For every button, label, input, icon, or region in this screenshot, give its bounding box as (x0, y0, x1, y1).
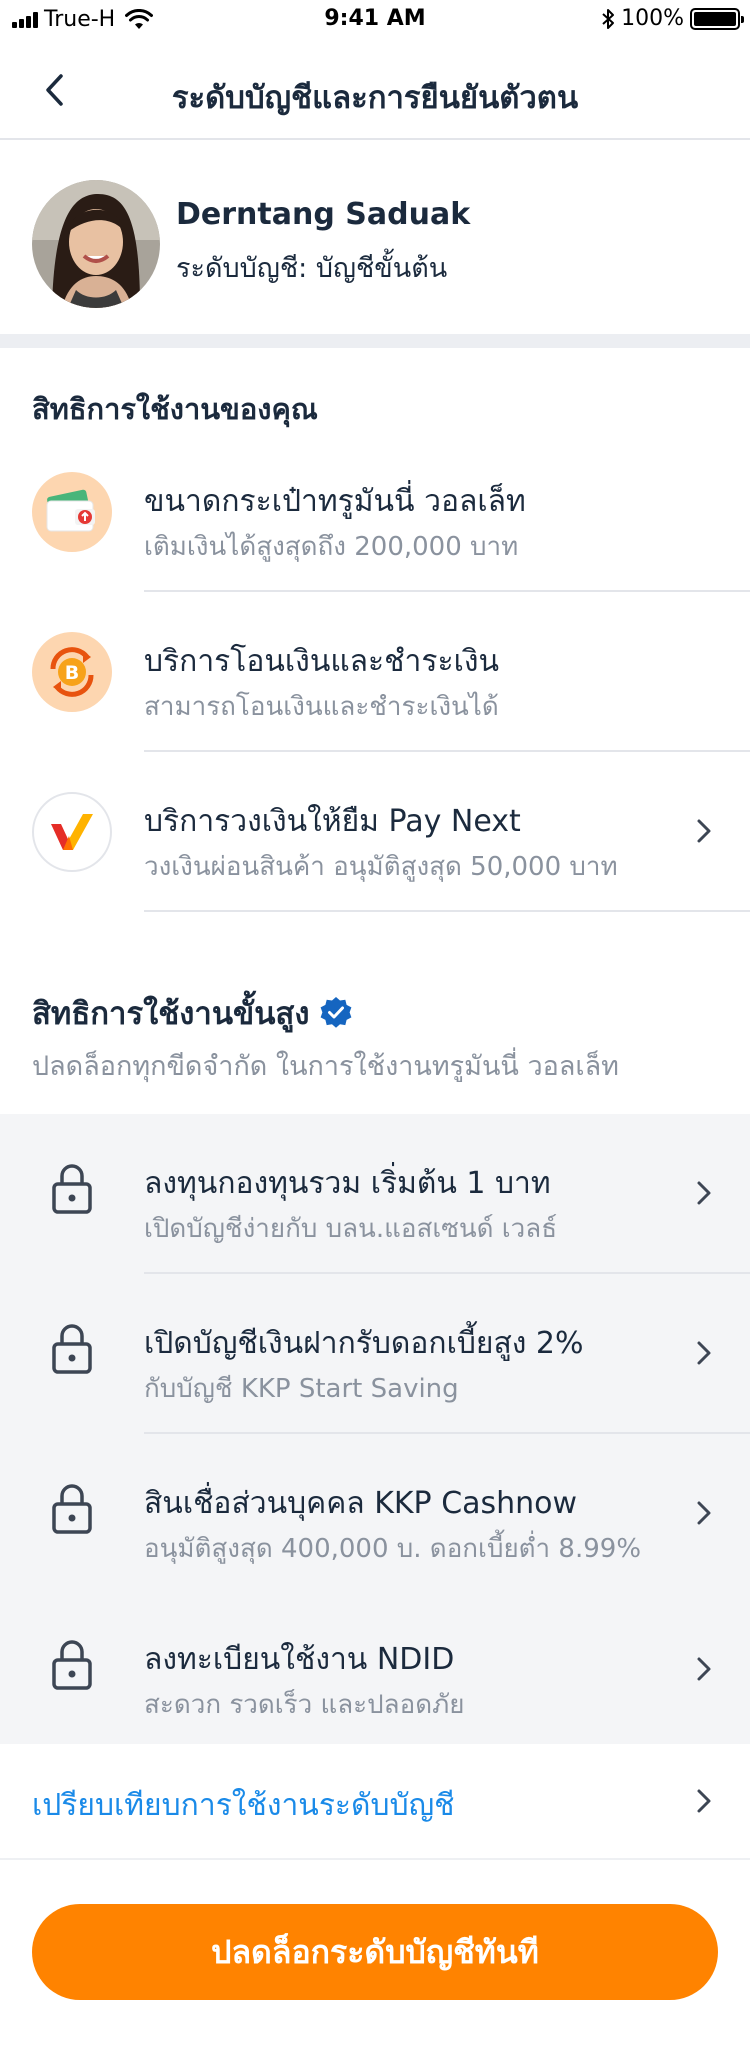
compare-account-levels-link[interactable]: เปรียบเทียบการใช้งานระดับบัญชี (0, 1744, 750, 1860)
item-title: บริการวงเงินให้ยืม Pay Next (144, 804, 521, 839)
compare-link-label: เปรียบเทียบการใช้งานระดับบัญชี (32, 1788, 455, 1823)
item-title: ลงทุนกองทุนรวม เริ่มต้น 1 บาท (144, 1166, 551, 1201)
item-title: สินเชื่อส่วนบุคคล KKP Cashnow (144, 1486, 578, 1521)
bluetooth-icon (602, 8, 615, 29)
list-item-ndid[interactable]: ลงทะเบียนใช้งาน NDID สะดวก รวดเร็ว และปล… (0, 1590, 750, 1750)
section-title-your-rights: สิทธิการใช้งานของคุณ (32, 392, 318, 426)
lock-icon (52, 1164, 92, 1214)
pay-next-logo-icon (32, 792, 112, 872)
chevron-right-icon (697, 819, 711, 843)
item-subtitle: อนุมัติสูงสุด 400,000 บ. ดอกเบี้ยต่ำ 8.9… (144, 1534, 642, 1564)
verified-badge-icon (321, 997, 352, 1028)
section-title-advanced-rights: สิทธิการใช้งานขั้นสูง (32, 996, 310, 1032)
profile-name: Derntang Saduak (176, 197, 471, 232)
item-subtitle: วงเงินผ่อนสินค้า อนุมัติสูงสุด 50,000 บา… (144, 852, 618, 882)
item-subtitle: เปิดบัญชีง่ายกับ บลน.แอสเซนด์ เวลธ์ (144, 1214, 558, 1244)
list-item-transfer-payment[interactable]: B บริการโอนเงินและชำระเงิน สามารถโอนเงิน… (0, 592, 750, 752)
locked-features-list: ลงทุนกองทุนรวม เริ่มต้น 1 บาท เปิดบัญชีง… (0, 1114, 750, 1744)
battery-icon (690, 7, 744, 30)
advanced-rights-heading: สิทธิการใช้งานขั้นสูง (32, 988, 353, 1038)
item-title: บริการโอนเงินและชำระเงิน (144, 644, 500, 679)
item-title: เปิดบัญชีเงินฝากรับดอกเบี้ยสูง 2% (144, 1326, 584, 1361)
chevron-right-icon (697, 1341, 711, 1365)
battery-percent: 100% (621, 6, 684, 31)
chevron-right-icon (697, 1181, 711, 1205)
list-item-mutual-fund[interactable]: ลงทุนกองทุนรวม เริ่มต้น 1 บาท เปิดบัญชีง… (0, 1114, 750, 1274)
item-title: ขนาดกระเป๋าทรูมันนี่ วอลเล็ท (144, 484, 526, 519)
status-bar: True-H 9:41 AM 100% (0, 0, 750, 40)
chevron-right-icon (697, 1657, 711, 1681)
item-subtitle: สามารถโอนเงินและชำระเงินได้ (144, 692, 499, 722)
section-subtitle-advanced-rights: ปลดล็อกทุกขีดจำกัด ในการใช้งานทรูมันนี่ … (32, 1051, 619, 1082)
item-subtitle: กับบัญชี KKP Start Saving (144, 1374, 459, 1404)
wallet-icon (32, 472, 112, 552)
lock-icon (52, 1324, 92, 1374)
list-item-wallet-size[interactable]: ขนาดกระเป๋าทรูมันนี่ วอลเล็ท เติมเงินได้… (0, 432, 750, 592)
account-level: ระดับบัญชี: บัญชีขั้นต้น (176, 253, 448, 284)
list-item-pay-next[interactable]: บริการวงเงินให้ยืม Pay Next วงเงินผ่อนสิ… (0, 752, 750, 912)
item-subtitle: สะดวก รวดเร็ว และปลอดภัย (144, 1690, 465, 1720)
item-subtitle: เติมเงินได้สูงสุดถึง 200,000 บาท (144, 532, 519, 562)
unlock-account-level-button[interactable]: ปลดล็อกระดับบัญชีทันที (32, 1904, 718, 2000)
page-title: ระดับบัญชีและการยืนยันตัวตน (171, 80, 579, 116)
avatar (32, 180, 160, 308)
chevron-right-icon (697, 1789, 711, 1813)
lock-icon (52, 1640, 92, 1690)
item-title: ลงทะเบียนใช้งาน NDID (144, 1642, 455, 1677)
chevron-right-icon (697, 1501, 711, 1525)
divider (144, 910, 750, 912)
transfer-coin-icon: B (32, 632, 112, 712)
profile-section: Derntang Saduak ระดับบัญชี: บัญชีขั้นต้น (0, 142, 750, 334)
nav-bar: ระดับบัญชีและการยืนยันตัวตน (0, 40, 750, 140)
lock-icon (52, 1484, 92, 1534)
svg-text:B: B (65, 662, 79, 684)
list-item-personal-loan[interactable]: สินเชื่อส่วนบุคคล KKP Cashnow อนุมัติสูง… (0, 1434, 750, 1594)
list-item-savings-account[interactable]: เปิดบัญชีเงินฝากรับดอกเบี้ยสูง 2% กับบัญ… (0, 1274, 750, 1434)
section-separator (0, 334, 750, 348)
